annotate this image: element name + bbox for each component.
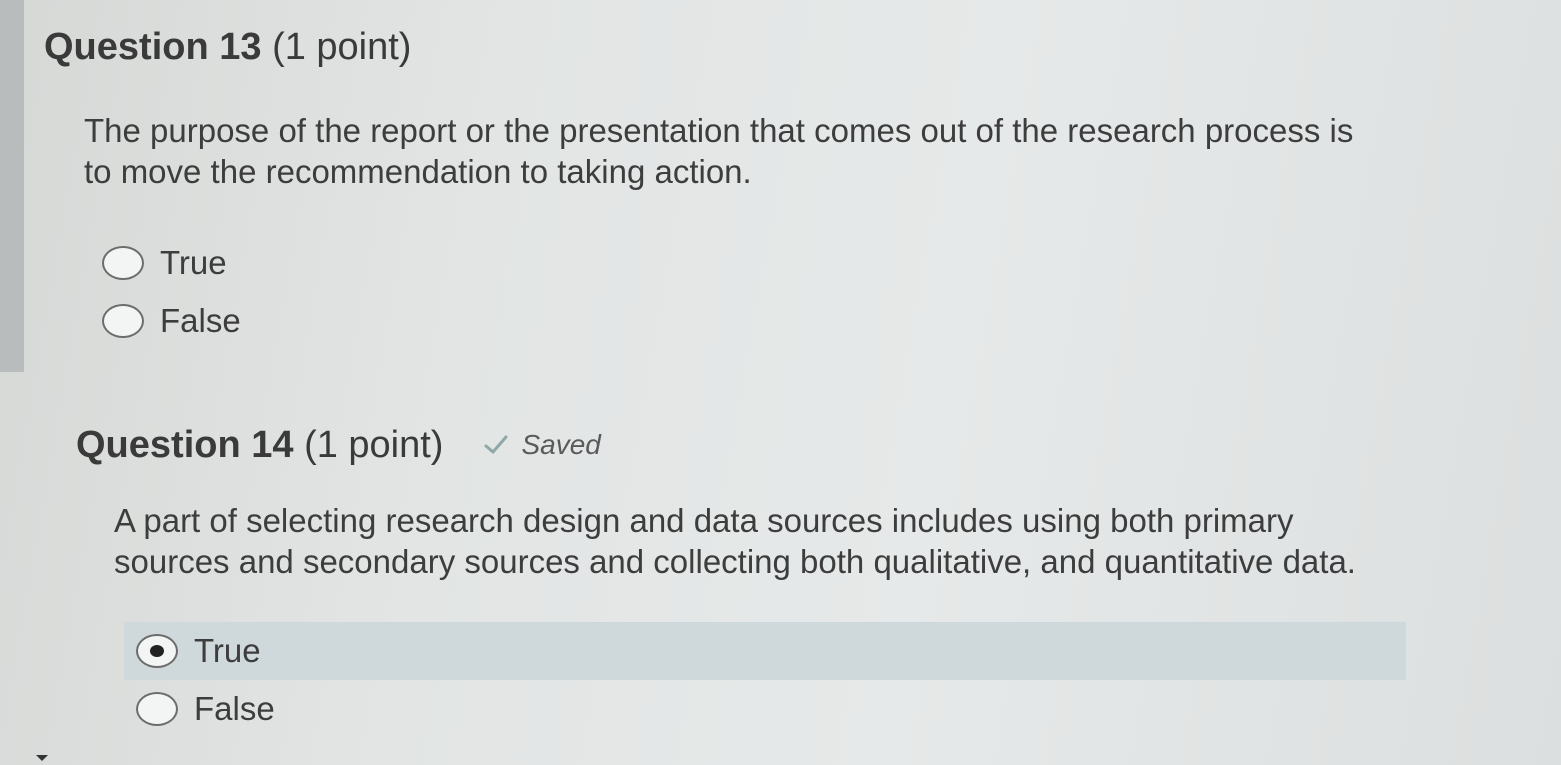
question-title: Question 14 (1 point)	[76, 424, 443, 467]
radio-button-selected[interactable]	[136, 634, 178, 668]
radio-button[interactable]	[102, 304, 144, 338]
question-text: A part of selecting research design and …	[114, 502, 1356, 580]
choice-true[interactable]: True	[98, 234, 1444, 292]
radio-button[interactable]	[102, 246, 144, 280]
choice-false[interactable]: False	[132, 680, 1496, 738]
question-number: Question 13	[44, 25, 262, 68]
question-title: Question 13 (1 point)	[44, 26, 411, 69]
check-icon	[483, 432, 509, 458]
choice-label: True	[194, 632, 261, 669]
caret-down-icon	[36, 755, 48, 761]
question-points: (1 point)	[272, 25, 412, 68]
choice-false[interactable]: False	[98, 292, 1444, 350]
choice-true[interactable]: True	[124, 622, 1406, 680]
question-header: Question 14 (1 point) Saved	[76, 420, 1496, 470]
question-text: The purpose of the report or the present…	[84, 112, 1354, 190]
choice-label: False	[194, 690, 275, 727]
saved-status: Saved	[483, 429, 601, 461]
answer-choices: True False	[124, 622, 1496, 738]
question-number: Question 14	[76, 423, 294, 466]
question-points: (1 point)	[304, 423, 444, 466]
saved-label: Saved	[521, 429, 601, 460]
question-14: Question 14 (1 point) Saved A part of se…	[76, 420, 1496, 738]
question-header: Question 13 (1 point)	[44, 22, 1444, 72]
answer-choices: True False	[98, 234, 1444, 350]
choice-label: False	[160, 302, 241, 339]
choice-label: True	[160, 244, 227, 281]
radio-button[interactable]	[136, 692, 178, 726]
left-accent-bar	[0, 0, 24, 372]
question-13: Question 13 (1 point) The purpose of the…	[44, 22, 1444, 350]
